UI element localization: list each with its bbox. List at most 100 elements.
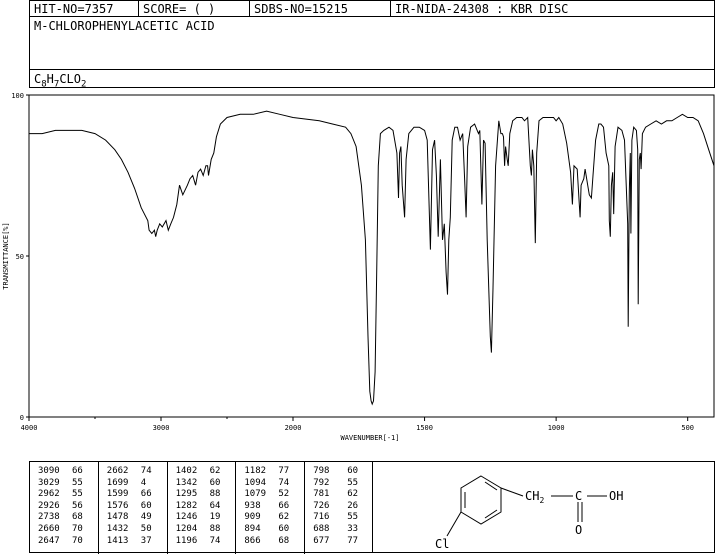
- peak-wavenumber: 1182: [244, 466, 267, 476]
- peak-transmittance: 88: [209, 524, 221, 534]
- peak-transmittance: 66: [278, 500, 290, 511]
- peak-wavenumber: 1576: [106, 500, 129, 511]
- peak-wavenumber: 909: [244, 512, 261, 523]
- peak-transmittance: 68: [72, 512, 83, 523]
- peak-transmittance: 68: [278, 535, 290, 546]
- peak-transmittance: 50: [140, 524, 152, 534]
- peak-wavenumber: 677: [313, 535, 330, 546]
- peak-wavenumber: 938: [244, 500, 261, 511]
- x-tick-label: 2000: [285, 424, 302, 432]
- peak-transmittance: 33: [347, 524, 359, 534]
- chlorine-label: Cl: [435, 537, 449, 551]
- peak-wavenumber: 1094: [244, 477, 267, 488]
- y-tick-label: 50: [16, 253, 24, 261]
- peak-wavenumber: 2962: [38, 489, 60, 500]
- carboxyl-c-label: C: [575, 489, 582, 503]
- peak-transmittance: 55: [72, 477, 83, 488]
- peak-wavenumber: 1402: [175, 466, 198, 476]
- peak-wavenumber: 2926: [38, 500, 60, 511]
- x-tick-label: 3000: [153, 424, 170, 432]
- peak-transmittance: 77: [278, 466, 290, 476]
- x-tick-label: 4000: [21, 424, 38, 432]
- peak-transmittance: 55: [347, 512, 359, 523]
- peak-transmittance: 62: [278, 512, 290, 523]
- peak-transmittance: 26: [347, 500, 359, 511]
- peak-transmittance: 60: [209, 477, 221, 488]
- peak-wavenumber: 2662: [106, 466, 129, 476]
- ring-to-cl-bond: [446, 511, 462, 537]
- peak-wavenumber: 688: [313, 524, 330, 534]
- plot-frame: [28, 94, 715, 418]
- peak-transmittance: 55: [72, 489, 83, 500]
- ring-double-bond-2: [484, 509, 498, 519]
- peak-table: 3090 66 3029 55 2962 55 2926 56 2738 68 2660 70 2647…: [29, 461, 374, 554]
- peak-wavenumber: 792: [313, 477, 330, 488]
- spectrum-line: [29, 110, 715, 406]
- peak-transmittance: 88: [209, 489, 221, 500]
- peak-transmittance: 56: [72, 500, 83, 511]
- peak-transmittance: 74: [140, 466, 152, 476]
- peak-wavenumber: 1699: [106, 477, 129, 488]
- y-axis-label: TRANSMITTANCE[%]: [2, 222, 10, 289]
- peak-wavenumber: 1342: [175, 477, 198, 488]
- peak-wavenumber: 716: [313, 512, 330, 523]
- peak-wavenumber: 1196: [175, 535, 198, 546]
- peak-column: 3090 66 3029 55 2962 55 2926 56 2738 68 2660 70 2647…: [30, 462, 99, 554]
- peak-wavenumber: 1478: [106, 512, 129, 523]
- peak-transmittance: 62: [347, 489, 359, 500]
- peak-transmittance: 70: [72, 535, 83, 546]
- ch2-label: CH2: [525, 489, 544, 505]
- peak-wavenumber: 781: [313, 489, 330, 500]
- peak-transmittance: 37: [140, 535, 152, 546]
- peak-wavenumber: 2660: [38, 524, 60, 534]
- peak-wavenumber: 1413: [106, 535, 129, 546]
- ring-to-ch2-bond: [500, 487, 524, 497]
- peak-transmittance: 77: [347, 535, 359, 546]
- peak-wavenumber: 1295: [175, 489, 198, 500]
- oh-label: OH: [609, 489, 623, 503]
- peak-transmittance: 52: [278, 489, 290, 500]
- x-tick-label: 1000: [548, 424, 565, 432]
- structure-box: CH2 C OH O Cl: [372, 461, 715, 553]
- x-tick-label: 500: [681, 424, 694, 432]
- peak-wavenumber: 1079: [244, 489, 267, 500]
- peak-wavenumber: 3029: [38, 477, 60, 488]
- peak-wavenumber: 726: [313, 500, 330, 511]
- ring-double-bond-1: [484, 481, 498, 491]
- peak-transmittance: 66: [140, 489, 152, 500]
- peak-wavenumber: 3090: [38, 466, 60, 476]
- peak-transmittance: 4: [140, 477, 147, 488]
- peak-transmittance: 55: [347, 477, 359, 488]
- y-tick-label: 0: [20, 414, 24, 422]
- peak-transmittance: 64: [209, 500, 221, 511]
- peak-column: 1402 62 1342 60 1295 88 1282 64 1246 19 1204 88 1196…: [168, 462, 237, 554]
- peak-column: 2662 74 1699 4 1599 66 1576 60 1478 49 1432 50 1413 3…: [99, 462, 168, 554]
- peak-wavenumber: 1432: [106, 524, 129, 534]
- benzene-ring: [460, 475, 502, 525]
- peak-wavenumber: 866: [244, 535, 261, 546]
- peak-wavenumber: 1599: [106, 489, 129, 500]
- peak-wavenumber: 1204: [175, 524, 198, 534]
- peak-transmittance: 60: [278, 524, 290, 534]
- peak-transmittance: 60: [347, 466, 359, 476]
- peak-transmittance: 66: [72, 466, 83, 476]
- peak-transmittance: 74: [278, 477, 290, 488]
- peak-transmittance: 49: [140, 512, 152, 523]
- peak-column: 798 60 792 55 781 62 726 26 716 55 688 33 677 77: [305, 462, 374, 554]
- peak-transmittance: 62: [209, 466, 221, 476]
- peak-wavenumber: 1282: [175, 500, 198, 511]
- peak-transmittance: 60: [140, 500, 152, 511]
- structure-diagram: CH2 C OH O Cl: [435, 475, 623, 551]
- peak-wavenumber: 798: [313, 466, 330, 476]
- peak-column: 1182 77 1094 74 1079 52 938 66 909 62 894 60 866 68: [236, 462, 306, 554]
- x-axis-label: WAVENUMBER[-1]: [340, 434, 399, 442]
- y-tick-label: 100: [11, 92, 24, 100]
- peak-wavenumber: 2738: [38, 512, 60, 523]
- peak-transmittance: 19: [209, 512, 221, 523]
- peak-wavenumber: 894: [244, 524, 261, 534]
- carbonyl-o-label: O: [575, 523, 582, 537]
- peak-transmittance: 70: [72, 524, 83, 534]
- peak-wavenumber: 1246: [175, 512, 198, 523]
- x-tick-label: 1500: [416, 424, 433, 432]
- ir-spectrum-chart: 4000 3000 2000 1500 1000 500100500 WAVENUMBER…: [2, 92, 715, 442]
